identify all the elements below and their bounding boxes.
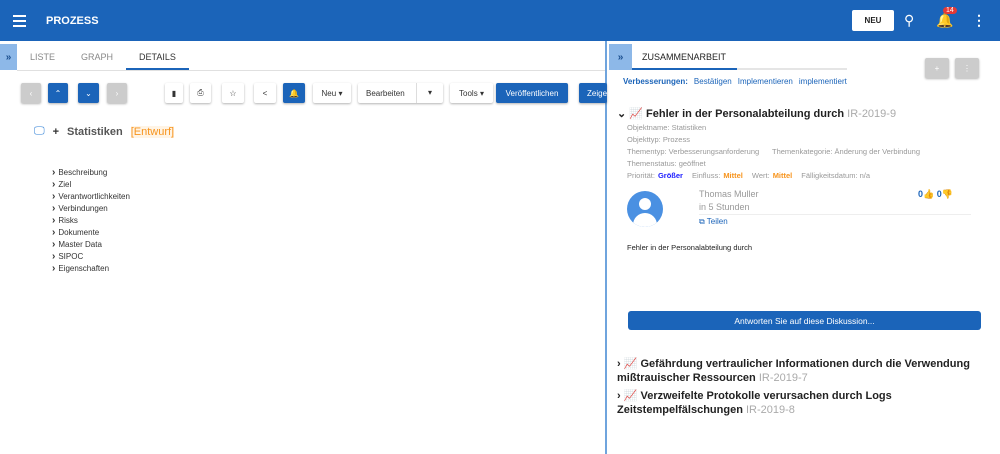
down-button[interactable]: ⌄ (78, 83, 99, 103)
chart-icon: 📈 (623, 358, 638, 370)
topic-type-meta: Thementyp: Verbesserungsanforderung (627, 147, 760, 156)
bell-icon[interactable]: 🔔 (936, 12, 953, 29)
section-master-data[interactable]: Master Data (52, 239, 102, 250)
section-verbindungen[interactable]: Verbindungen (52, 203, 107, 214)
document-icon[interactable]: ▮ (165, 83, 183, 103)
tab-details[interactable]: DETAILS (126, 44, 189, 70)
value-value: Mittel (772, 171, 793, 180)
issue-row[interactable]: › 📈 Gefährdung vertraulicher Information… (617, 357, 992, 385)
share-label: Teilen (706, 217, 728, 226)
new-button[interactable]: NEU (852, 10, 894, 31)
bell-button[interactable]: 🔔 (283, 83, 305, 103)
more-icon[interactable]: ⋮ (972, 12, 986, 29)
comment-body: Fehler in der Personalabteilung durch (627, 243, 753, 252)
impact-value: Mittel (723, 171, 743, 180)
dislike-button[interactable]: 0👎 (937, 189, 953, 199)
issue-title: Fehler in der Personalabteilung durch (646, 108, 845, 120)
avatar (627, 191, 663, 227)
tools-dropdown[interactable]: Tools ▾ (450, 83, 493, 103)
new-dropdown[interactable]: Neu ▾ (313, 83, 351, 103)
issue-id: IR-2019-9 (847, 108, 897, 120)
print-icon[interactable]: ⎙ (190, 83, 211, 103)
like-count: 0 (918, 189, 924, 199)
due-date: Fälligkeitsdatum: n/a (801, 171, 871, 180)
prev-button[interactable]: ‹ (21, 83, 41, 103)
next-button[interactable]: › (107, 83, 127, 103)
up-button[interactable]: ⌃ (48, 83, 68, 103)
share-link[interactable]: ⧉ Teilen (699, 217, 728, 227)
like-button[interactable]: 0👍 (918, 189, 934, 199)
expand-plus-icon[interactable]: + (53, 126, 59, 138)
notification-badge: 14 (943, 7, 957, 14)
tools-label: Tools (459, 88, 478, 98)
dislike-count: 0 (936, 189, 942, 199)
section-ziel[interactable]: Ziel (52, 179, 71, 190)
monitor-icon: 🖵 (34, 125, 45, 137)
section-dokumente[interactable]: Dokumente (52, 227, 99, 238)
share-icon[interactable]: < (254, 83, 276, 103)
edit-dropdown[interactable]: Bearbeiten ▾ (358, 83, 443, 103)
filter-bestaetigen[interactable]: Bestätigen (694, 77, 732, 86)
value-label: Wert: (751, 171, 770, 180)
new-label: Neu (321, 88, 337, 98)
chart-icon: 📈 (629, 108, 643, 120)
reply-button[interactable]: Antworten Sie auf diese Diskussion... (628, 311, 981, 330)
search-icon[interactable]: ⚲ (904, 12, 914, 29)
impact-label: Einfluss: (691, 171, 721, 180)
comment-time: in 5 Stunden (699, 202, 750, 212)
show-button[interactable]: Zeige (579, 83, 607, 103)
section-beschreibung[interactable]: Beschreibung (52, 167, 107, 178)
issue-id: IR-2019-8 (745, 404, 795, 416)
more-button[interactable]: ⋮ (955, 58, 979, 78)
issue-id: IR-2019-7 (758, 372, 808, 384)
section-eigenschaften[interactable]: Eigenschaften (52, 263, 109, 274)
section-risks[interactable]: Risks (52, 215, 78, 226)
filter-implementiert[interactable]: implementiert (799, 77, 847, 86)
publish-button[interactable]: Veröffentlichen (496, 83, 568, 103)
object-type-meta: Objekttyp: Prozess (627, 135, 690, 144)
collaboration-panel: » ZUSAMMENARBEIT + ⋮ Verbesserungen: Bes… (609, 41, 1000, 454)
tab-liste[interactable]: LISTE (17, 44, 68, 70)
issue-title-row[interactable]: ⌄ 📈 Fehler in der Personalabteilung durc… (617, 107, 896, 120)
filter-label: Verbesserungen: (623, 77, 688, 86)
chevron-down-icon[interactable]: ▾ (416, 83, 443, 103)
expand-icon[interactable]: » (0, 44, 17, 70)
object-name: Statistiken (67, 125, 123, 138)
section-verantwortlichkeiten[interactable]: Verantwortlichkeiten (52, 191, 130, 202)
filter-implementieren[interactable]: Implementieren (738, 77, 793, 86)
priority-value: Größer (657, 171, 683, 180)
add-button[interactable]: + (925, 58, 949, 78)
priority-label: Priorität: (627, 171, 655, 180)
author-name: Thomas Muller (699, 189, 759, 199)
edit-label: Bearbeiten (366, 88, 405, 98)
topic-status-meta: Themenstatus: geöffnet (627, 159, 706, 168)
issue-row[interactable]: › 📈 Verzweifelte Protokolle verursachen … (617, 389, 997, 417)
object-name-meta: Objektname: Statistiken (627, 123, 707, 132)
status-badge: [Entwurf] (130, 125, 175, 138)
chevron-down-icon[interactable]: ⌄ (617, 108, 626, 120)
tab-zusammenarbeit[interactable]: ZUSAMMENARBEIT (632, 44, 737, 70)
menu-icon[interactable] (13, 14, 26, 27)
expand-icon[interactable]: » (609, 44, 632, 70)
section-sipoc[interactable]: SIPOC (52, 251, 83, 262)
app-header: PROZESS NEU ⚲ 🔔 14 ⋮ (0, 0, 1000, 41)
star-icon[interactable]: ☆ (222, 83, 244, 103)
topic-category-meta: Themenkategorie: Änderung der Verbindung (772, 147, 921, 156)
chart-icon: 📈 (623, 390, 638, 402)
tab-graph[interactable]: GRAPH (68, 44, 126, 70)
details-panel: » LISTE GRAPH DETAILS ‹ ⌃ ⌄ › ▮ ⎙ ☆ < 🔔 … (0, 41, 607, 454)
app-title: PROZESS (46, 14, 99, 27)
